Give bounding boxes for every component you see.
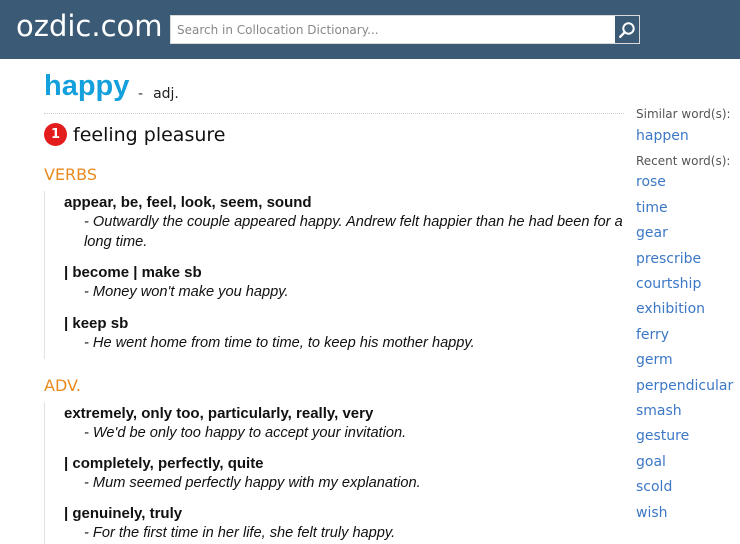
collocation-text: | keep sb	[64, 315, 129, 332]
collocation-text: | completely, perfectly, quite	[64, 455, 264, 472]
collocation-text: | genuinely, truly	[64, 505, 183, 522]
example-text: - Outwardly the couple appeared happy. A…	[84, 214, 623, 250]
section-label-adv: ADV.	[44, 376, 81, 395]
part-of-speech: - adj.	[138, 86, 179, 102]
section-verbs: appear, be, feel, look, seem, sound - Ou…	[44, 191, 630, 359]
section-label-verbs: VERBS	[44, 165, 98, 184]
recent-word-link[interactable]: scold	[636, 475, 740, 500]
recent-word-link[interactable]: wish	[636, 501, 740, 526]
example-text: - He went home from time to time, to kee…	[84, 335, 475, 351]
collocation-text: | become | make sb	[64, 264, 202, 281]
collocation-entry: | genuinely, truly - For the first time …	[45, 504, 649, 543]
collocation-text: extremely, only too, particularly, reall…	[64, 405, 374, 422]
recent-word-link[interactable]: perpendicular	[636, 374, 740, 399]
collocation-entry: | become | make sb - Money won't make yo…	[45, 263, 649, 302]
recent-word-link[interactable]: courtship	[636, 272, 740, 297]
sense-text: feeling pleasure	[73, 123, 226, 146]
headword: happy	[44, 70, 130, 102]
search-box	[170, 15, 640, 44]
recent-word-link[interactable]: smash	[636, 399, 740, 424]
pos-dash: -	[138, 86, 144, 102]
recent-word-link[interactable]: goal	[636, 450, 740, 475]
search-button[interactable]	[613, 16, 639, 43]
similar-words-heading: Similar word(s):	[636, 107, 731, 121]
collocation-entry: extremely, only too, particularly, reall…	[45, 404, 649, 443]
recent-word-link[interactable]: gesture	[636, 424, 740, 449]
recent-word-link[interactable]: gear	[636, 221, 740, 246]
collocation-entry: | completely, perfectly, quite - Mum see…	[45, 454, 649, 493]
recent-words-list: rose time gear prescribe courtship exhib…	[636, 170, 740, 526]
site-logo[interactable]: ozdic.com	[16, 9, 163, 43]
search-input[interactable]	[171, 16, 611, 43]
recent-word-link[interactable]: exhibition	[636, 297, 740, 322]
sense-heading: 1 feeling pleasure	[44, 123, 225, 146]
recent-word-link[interactable]: ferry	[636, 323, 740, 348]
collocation-text: appear, be, feel, look, seem, sound	[64, 194, 312, 211]
similar-word-link[interactable]: happen	[636, 124, 740, 149]
top-bar: ozdic.com	[0, 0, 740, 59]
collocation-entry: appear, be, feel, look, seem, sound - Ou…	[45, 193, 649, 252]
recent-word-link[interactable]: time	[636, 196, 740, 221]
recent-words-heading: Recent word(s):	[636, 154, 731, 169]
recent-word-link[interactable]: germ	[636, 348, 740, 373]
example-text: - We'd be only too happy to accept your …	[84, 425, 407, 441]
search-icon	[619, 21, 635, 38]
example-text: - Money won't make you happy.	[84, 284, 289, 300]
recent-word-link[interactable]: rose	[636, 170, 740, 195]
divider	[44, 113, 624, 114]
recent-word-link[interactable]: prescribe	[636, 247, 740, 272]
pos-label: adj.	[153, 86, 179, 102]
example-text: - For the first time in her life, she fe…	[84, 525, 396, 541]
sidebar: Similar word(s): happen Recent word(s): …	[636, 107, 740, 526]
section-adv: extremely, only too, particularly, reall…	[44, 402, 630, 544]
example-text: - Mum seemed perfectly happy with my exp…	[84, 475, 421, 491]
collocation-entry: | keep sb - He went home from time to ti…	[45, 314, 649, 353]
sense-number-badge: 1	[44, 123, 67, 146]
